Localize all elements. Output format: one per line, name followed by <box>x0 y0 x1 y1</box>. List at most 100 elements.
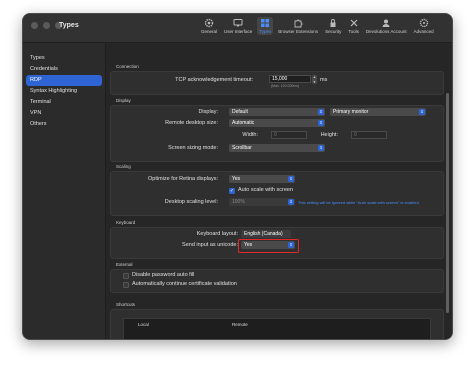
scaling-box: Optimize for Retina displays: Yes ⇕ ✓ Aut… <box>110 171 444 216</box>
toolbar-browser-extensions[interactable]: Browser Extensions <box>276 17 320 35</box>
send-unicode-label: Send input as unicode: <box>182 242 238 248</box>
tcp-timeout-note: (Max. 120 000ms) <box>271 84 300 88</box>
chevron-updown-icon: ⇕ <box>318 145 324 151</box>
sidebar-item-syntax-highlighting[interactable]: Syntax Highlighting <box>26 86 102 97</box>
monitor-select[interactable]: Primary monitor ⇕ <box>330 108 426 116</box>
toolbar-user-interface-label: User Interface <box>224 29 253 34</box>
desktop-scaling-label: Desktop scaling level: <box>164 199 218 205</box>
shortcuts-box: Local Remote <box>110 309 444 339</box>
display-label: Display: <box>198 109 218 115</box>
remote-size-select[interactable]: Automatic ⇕ <box>229 119 325 127</box>
sidebar-item-vpn[interactable]: VPN <box>26 108 102 119</box>
account-icon <box>382 19 390 27</box>
desktop-scaling-select[interactable]: 100% ⇕ <box>229 198 295 206</box>
settings-content: Connection TCP acknowledgement timeout: … <box>106 43 452 339</box>
connection-box: TCP acknowledgement timeout: 15,000 (Max… <box>110 71 444 95</box>
desktop-scaling-value: 100% <box>232 199 245 205</box>
sidebar-item-rdp[interactable]: RDP <box>26 75 102 86</box>
display-box: Display: Default ⇕ Primary monitor ⇕ Remot… <box>110 105 444 162</box>
toolbar-browser-extensions-label: Browser Extensions <box>278 29 319 34</box>
close-window-button[interactable] <box>31 22 38 29</box>
auto-cert-label: Automatically continue certificate valid… <box>132 281 237 287</box>
monitor-icon <box>233 19 243 27</box>
toolbar-advanced-label: Advanced <box>413 29 434 34</box>
keyboard-box: Keyboard layout: English (Canada) Send i… <box>110 227 444 259</box>
chevron-updown-icon: ⇕ <box>419 109 425 115</box>
external-section: External Disable password auto fill Auto… <box>110 261 444 293</box>
auto-scale-checkbox[interactable]: ✓ <box>229 188 235 194</box>
tcp-timeout-unit: ms <box>320 77 328 83</box>
scaling-title: Scaling <box>116 164 131 169</box>
tcp-timeout-stepper[interactable]: ▲ ▼ <box>312 75 317 84</box>
toolbar-advanced[interactable]: Advanced <box>412 17 436 35</box>
toolbar-user-interface[interactable]: User Interface <box>222 17 254 35</box>
scaling-note: This setting will be ignored while "Auto… <box>298 200 419 205</box>
toolbar-tools[interactable]: Tools <box>346 17 361 35</box>
send-unicode-select[interactable]: Yes ⇕ <box>241 241 295 249</box>
toolbar-security[interactable]: Security <box>323 17 343 35</box>
lock-icon <box>330 19 336 27</box>
disable-autofill-label: Disable password auto fill <box>132 272 195 278</box>
screen-sizing-label: Screen sizing mode: <box>168 145 218 151</box>
types-icon <box>261 19 270 27</box>
chevron-updown-icon: ⇕ <box>318 109 324 115</box>
connection-title: Connection <box>116 64 139 69</box>
optimize-retina-value: Yes <box>232 176 241 182</box>
screen-sizing-value: Scrollbar <box>232 145 252 151</box>
puzzle-icon <box>294 19 303 28</box>
window-controls <box>31 22 62 29</box>
shortcuts-table: Local Remote <box>123 318 431 339</box>
keyboard-layout-field[interactable]: English (Canada) <box>241 230 291 238</box>
sidebar-item-credentials[interactable]: Credentials <box>26 64 102 75</box>
scaling-section: Scaling Optimize for Retina displays: Ye… <box>110 163 444 216</box>
height-label: Height: <box>320 132 338 138</box>
window-title: Types <box>59 22 79 29</box>
sidebar-item-terminal[interactable]: Terminal <box>26 97 102 108</box>
toolbar-general[interactable]: General <box>199 17 219 35</box>
chevron-updown-icon: ⇕ <box>288 199 294 205</box>
preferences-toolbar: General User Interface Types Browser Ext… <box>199 17 436 35</box>
remote-size-value: Automatic <box>232 120 255 126</box>
sidebar-item-types[interactable]: Types <box>26 53 102 64</box>
height-field[interactable]: 0 <box>351 131 387 139</box>
auto-cert-checkbox[interactable] <box>123 282 129 288</box>
keyboard-title: Keyboard <box>116 220 136 225</box>
send-unicode-value: Yes <box>244 242 253 248</box>
toolbar-general-label: General <box>201 29 218 34</box>
chevron-updown-icon: ⇕ <box>288 176 294 182</box>
shortcuts-title: Shortcuts <box>116 302 136 307</box>
shortcuts-section: Shortcuts Local Remote <box>110 301 444 339</box>
title-bar: Types General User Interface Types Brows… <box>23 14 452 43</box>
col-local-header: Local <box>138 322 149 327</box>
display-title: Display <box>116 98 131 103</box>
auto-scale-label: Auto scale with screen <box>238 187 294 193</box>
minimize-window-button[interactable] <box>43 22 50 29</box>
display-select-value: Default <box>232 109 248 115</box>
display-select[interactable]: Default ⇕ <box>229 108 325 116</box>
toolbar-security-label: Security <box>325 29 342 34</box>
tcp-timeout-label: TCP acknowledgement timeout: <box>175 77 253 83</box>
preferences-window: Types General User Interface Types Brows… <box>22 13 453 340</box>
toolbar-types-label: Types <box>259 29 272 34</box>
toolbar-types[interactable]: Types <box>257 17 274 35</box>
chevron-updown-icon: ⇕ <box>318 120 324 126</box>
tools-icon <box>350 19 358 27</box>
screen-sizing-select[interactable]: Scrollbar ⇕ <box>229 144 325 152</box>
monitor-select-value: Primary monitor <box>333 109 369 115</box>
optimize-retina-select[interactable]: Yes ⇕ <box>229 175 295 183</box>
optimize-retina-label: Optimize for Retina displays: <box>148 176 218 182</box>
col-remote-header: Remote <box>232 322 248 327</box>
toolbar-tools-label: Tools <box>348 29 359 34</box>
external-title: External <box>116 262 133 267</box>
width-field[interactable]: 0 <box>271 131 307 139</box>
width-label: Width: <box>242 132 258 138</box>
chevron-updown-icon: ⇕ <box>288 242 294 248</box>
disable-autofill-checkbox[interactable] <box>123 273 129 279</box>
display-section: Display Display: Default ⇕ Primary monito… <box>110 97 444 162</box>
connection-section: Connection TCP acknowledgement timeout: … <box>110 63 444 95</box>
content-scrollbar[interactable] <box>446 93 449 313</box>
toolbar-devolutions-account-label: Devolutions Account <box>365 29 407 34</box>
sidebar-item-others[interactable]: Others <box>26 119 102 130</box>
tcp-timeout-field[interactable]: 15,000 <box>269 75 311 83</box>
toolbar-devolutions-account[interactable]: Devolutions Account <box>364 17 409 35</box>
